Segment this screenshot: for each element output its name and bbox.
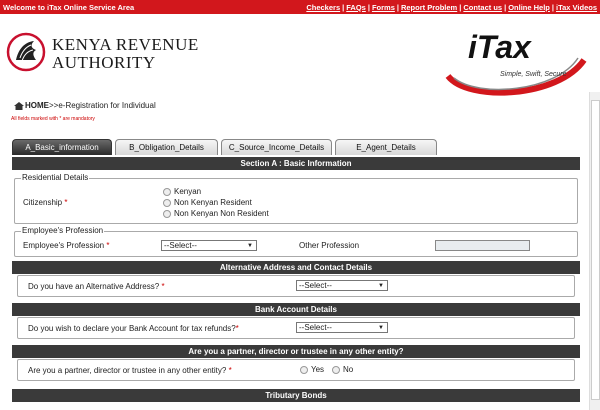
- radio-no[interactable]: No: [332, 365, 353, 374]
- radio-no-button[interactable]: [332, 365, 340, 374]
- alt-address-select[interactable]: --Select-- ▼: [296, 280, 388, 291]
- radio-kenyan[interactable]: Kenyan: [163, 187, 201, 196]
- radio-non-kenyan-non-resident-button[interactable]: [163, 209, 171, 218]
- link-checkers[interactable]: Checkers: [305, 3, 341, 12]
- profession-select[interactable]: --Select-- ▼: [161, 240, 257, 251]
- scrollbar-thumb[interactable]: [591, 100, 600, 400]
- profession-legend: Employee's Profession: [21, 226, 105, 235]
- tributary-bonds-header: Tributary Bonds: [12, 389, 580, 402]
- mandatory-note: All fields marked with * are mandatory: [11, 116, 95, 122]
- tab-obligation-details[interactable]: B_Obligation_Details: [115, 139, 218, 155]
- chevron-down-icon: ▼: [247, 242, 253, 249]
- radio-yes-button[interactable]: [300, 365, 308, 374]
- bank-account-header: Bank Account Details: [12, 303, 580, 316]
- breadcrumb-home[interactable]: HOME: [25, 101, 49, 110]
- svg-text:iTax: iTax: [468, 29, 532, 65]
- top-bar: Welcome to iTax Online Service Area Chec…: [0, 0, 600, 14]
- alt-address-box: Do you have an Alternative Address? * --…: [17, 275, 575, 297]
- top-links: Checkers | FAQs | Forms | Report Problem | C…: [305, 2, 598, 12]
- tab-source-income-details[interactable]: C_Source_Income_Details: [221, 139, 332, 155]
- alt-address-header: Alternative Address and Contact Details: [12, 261, 580, 274]
- partner-header: Are you a partner, director or trustee i…: [12, 345, 580, 358]
- radio-non-kenyan-resident[interactable]: Non Kenyan Resident: [163, 198, 252, 207]
- link-report-problem[interactable]: Report Problem: [400, 3, 458, 12]
- svg-text:Simple, Swift, Secure: Simple, Swift, Secure: [500, 71, 567, 78]
- kra-lion-logo: [6, 32, 46, 72]
- chevron-down-icon: ▼: [378, 282, 384, 289]
- employee-profession: Employee's Profession Employee's Profess…: [14, 226, 578, 257]
- bank-account-select[interactable]: --Select-- ▼: [296, 322, 388, 333]
- header: Kenya Revenue Authority iTax Simple, Swi…: [0, 14, 600, 96]
- link-itax-videos[interactable]: iTax Videos: [555, 3, 598, 12]
- link-online-help[interactable]: Online Help: [507, 3, 551, 12]
- radio-non-kenyan-non-resident[interactable]: Non Kenyan Non Resident: [163, 209, 269, 218]
- alt-address-question: Do you have an Alternative Address? *: [28, 282, 165, 291]
- citizenship-label: Citizenship *: [23, 198, 68, 207]
- link-forms[interactable]: Forms: [371, 3, 396, 12]
- kra-name: Kenya Revenue Authority: [52, 35, 199, 72]
- link-contact-us[interactable]: Contact us: [462, 3, 503, 12]
- other-profession-label: Other Profession: [299, 241, 360, 250]
- residential-legend: Residential Details: [21, 173, 90, 182]
- tab-basic-information[interactable]: A_Basic_information: [12, 139, 112, 155]
- other-profession-input[interactable]: [435, 240, 530, 251]
- partner-box: Are you a partner, director or trustee i…: [17, 359, 575, 381]
- tab-agent-details[interactable]: E_Agent_Details: [335, 139, 437, 155]
- residential-details: Residential Details Citizenship * Kenyan…: [14, 173, 578, 224]
- page-scrollbar[interactable]: [589, 92, 600, 410]
- welcome-text: Welcome to iTax Online Service Area: [3, 2, 135, 12]
- radio-yes[interactable]: Yes: [300, 365, 324, 374]
- breadcrumb: HOME >>e-Registration for Individual: [14, 101, 156, 110]
- home-icon: [14, 101, 24, 110]
- bank-account-box: Do you wish to declare your Bank Account…: [17, 317, 575, 339]
- chevron-down-icon: ▼: [378, 324, 384, 331]
- link-faqs[interactable]: FAQs: [345, 3, 367, 12]
- breadcrumb-path: >>e-Registration for Individual: [49, 101, 156, 110]
- section-a-header: Section A : Basic Information: [12, 157, 580, 170]
- radio-kenyan-button[interactable]: [163, 187, 171, 196]
- profession-label: Employee's Profession *: [23, 241, 110, 250]
- itax-logo: iTax Simple, Swift, Secure: [445, 29, 587, 96]
- bank-account-question: Do you wish to declare your Bank Account…: [28, 324, 239, 333]
- radio-non-kenyan-resident-button[interactable]: [163, 198, 171, 207]
- partner-question: Are you a partner, director or trustee i…: [28, 366, 232, 375]
- tab-bar: A_Basic_information B_Obligation_Details…: [12, 139, 440, 155]
